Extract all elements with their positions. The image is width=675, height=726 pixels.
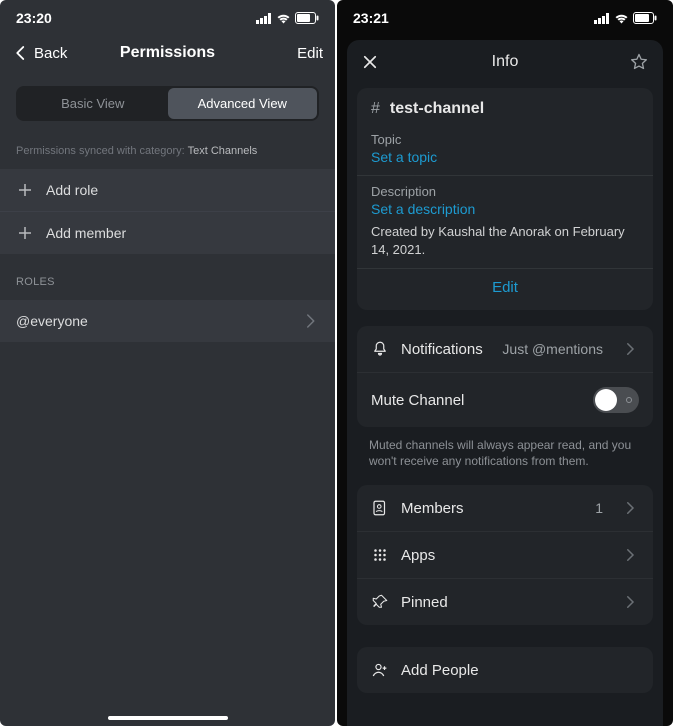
members-count: 1: [595, 500, 603, 516]
apps-label: Apps: [401, 547, 435, 564]
pinned-label: Pinned: [401, 594, 448, 611]
add-people-section: Add People: [357, 647, 653, 693]
chevron-right-icon: [621, 340, 639, 358]
bell-icon: [371, 340, 389, 358]
mute-label: Mute Channel: [371, 392, 464, 409]
add-person-icon: [371, 661, 389, 679]
role-label: @everyone: [16, 313, 88, 329]
sync-note: Permissions synced with category: Text C…: [0, 131, 335, 165]
status-icons: [256, 12, 319, 24]
add-section: Add role Add member: [0, 169, 335, 254]
chevron-right-icon: [621, 499, 639, 517]
chevron-left-icon: [12, 44, 30, 62]
add-role-label: Add role: [46, 182, 98, 198]
roles-list: @everyone: [0, 300, 335, 342]
status-bar: 23:21: [337, 0, 673, 36]
tab-advanced-view[interactable]: Advanced View: [168, 88, 318, 119]
back-button[interactable]: Back: [12, 44, 67, 62]
back-label: Back: [34, 45, 67, 62]
set-description-link[interactable]: Set a description: [371, 201, 639, 217]
home-indicator[interactable]: [108, 716, 228, 720]
status-time: 23:20: [16, 10, 52, 26]
members-label: Members: [401, 500, 464, 517]
created-text: Created by Kaushal the Anorak on Februar…: [371, 223, 639, 258]
members-icon: [371, 499, 389, 517]
chevron-right-icon: [301, 312, 319, 330]
roles-header: ROLES: [0, 254, 335, 296]
set-topic-link[interactable]: Set a topic: [371, 149, 639, 165]
star-icon[interactable]: [629, 52, 649, 72]
nav-bar: Back Permissions Edit: [0, 36, 335, 74]
members-row[interactable]: Members 1: [357, 485, 653, 532]
view-toggle: Basic View Advanced View: [16, 86, 319, 121]
status-time: 23:21: [353, 10, 389, 26]
channel-name-row: # test-channel: [371, 100, 639, 118]
battery-icon: [295, 12, 319, 24]
hash-icon: #: [371, 100, 380, 118]
page-title: Info: [347, 53, 663, 71]
signal-icon: [594, 13, 610, 24]
edit-link[interactable]: Edit: [371, 269, 639, 298]
permissions-screen: 23:20 Back Permissions Edit Basic View A…: [0, 0, 335, 726]
add-role-row[interactable]: Add role: [0, 169, 335, 212]
mute-toggle[interactable]: [593, 387, 639, 413]
add-member-row[interactable]: Add member: [0, 212, 335, 254]
add-member-label: Add member: [46, 225, 126, 241]
notifications-label: Notifications: [401, 341, 483, 358]
edit-button[interactable]: Edit: [297, 45, 323, 62]
nav-bar: Info: [347, 40, 663, 82]
notifications-row[interactable]: Notifications Just @mentions: [357, 326, 653, 373]
info-screen: 23:21 Info # test-channel Topic Set a to…: [337, 0, 673, 726]
tab-basic-view[interactable]: Basic View: [18, 88, 168, 119]
chevron-right-icon: [621, 593, 639, 611]
add-people-label: Add People: [401, 662, 479, 679]
notifications-section: Notifications Just @mentions Mute Channe…: [357, 326, 653, 427]
plus-icon: [16, 181, 34, 199]
chevron-right-icon: [621, 546, 639, 564]
channel-card: # test-channel Topic Set a topic Descrip…: [357, 88, 653, 310]
close-icon[interactable]: [361, 53, 379, 71]
add-people-row[interactable]: Add People: [357, 647, 653, 693]
notifications-value: Just @mentions: [502, 341, 603, 357]
plus-icon: [16, 224, 34, 242]
mute-channel-row: Mute Channel: [357, 373, 653, 427]
battery-icon: [633, 12, 657, 24]
wifi-icon: [614, 13, 629, 24]
details-section: Members 1 Apps Pinned: [357, 485, 653, 625]
signal-icon: [256, 13, 272, 24]
topic-label: Topic: [371, 132, 639, 147]
pin-icon: [371, 593, 389, 611]
apps-icon: [371, 546, 389, 564]
role-everyone[interactable]: @everyone: [0, 300, 335, 342]
pinned-row[interactable]: Pinned: [357, 579, 653, 625]
apps-row[interactable]: Apps: [357, 532, 653, 579]
status-bar: 23:20: [0, 0, 335, 36]
status-icons: [594, 12, 657, 24]
wifi-icon: [276, 13, 291, 24]
description-label: Description: [371, 184, 639, 199]
channel-name: test-channel: [390, 100, 484, 118]
mute-hint: Muted channels will always appear read, …: [347, 427, 663, 469]
